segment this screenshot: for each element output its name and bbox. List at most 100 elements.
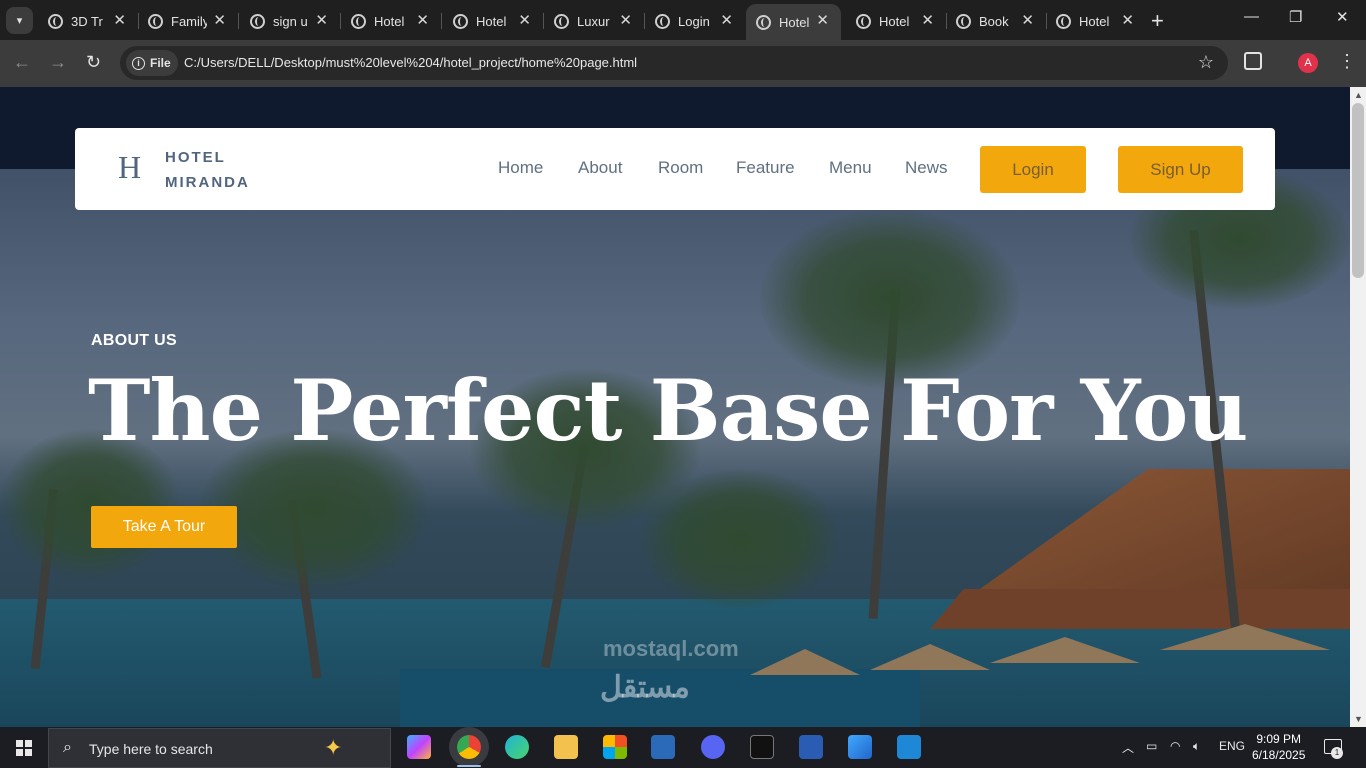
nav-link-room[interactable]: Room <box>658 158 703 178</box>
chrome-app-icon[interactable] <box>457 735 481 759</box>
photos-icon[interactable] <box>848 735 872 759</box>
tab-search-dropdown-icon[interactable]: ▾ <box>6 7 33 34</box>
tab-title: Family <box>171 13 207 29</box>
browser-tab[interactable]: Luxur ✕ <box>544 6 645 36</box>
nav-link-menu[interactable]: Menu <box>829 158 872 178</box>
browser-tab[interactable]: Book ✕ <box>946 6 1047 36</box>
active-app-indicator <box>457 765 481 767</box>
close-tab-icon[interactable]: ✕ <box>619 11 632 29</box>
minimize-icon[interactable]: — <box>1244 8 1259 25</box>
page-scrollbar[interactable]: ▲ ▼ <box>1350 87 1366 727</box>
browser-tab[interactable]: sign u ✕ <box>240 6 341 36</box>
scroll-thumb[interactable] <box>1352 103 1364 278</box>
close-tab-icon[interactable]: ✕ <box>113 11 126 29</box>
tab-title: sign u <box>273 13 308 29</box>
globe-icon <box>956 13 971 29</box>
windows-start-icon[interactable] <box>16 740 32 756</box>
browser-tab[interactable]: Family ✕ <box>138 6 239 36</box>
show-hidden-icons-icon[interactable]: ︿ <box>1122 739 1134 756</box>
tab-title: Hotel <box>374 13 405 29</box>
battery-icon[interactable]: ▭ <box>1146 739 1157 753</box>
browser-tab[interactable]: Hotel ✕ <box>846 6 947 36</box>
take-a-tour-button[interactable]: Take A Tour <box>91 506 237 548</box>
browser-menu-icon[interactable]: ⋮ <box>1338 51 1356 72</box>
scroll-down-arrow-icon[interactable]: ▼ <box>1354 714 1363 724</box>
bookmark-star-icon[interactable]: ☆ <box>1198 52 1214 73</box>
taskbar-search-box[interactable]: ⌕ Type here to search ✦ <box>48 728 391 768</box>
hero-title: The Perfect Base For You <box>88 361 1248 460</box>
address-bar[interactable]: i File C:/Users/DELL/Desktop/must%20leve… <box>120 46 1228 80</box>
new-tab-icon[interactable]: + <box>1151 8 1164 34</box>
language-indicator[interactable]: ENG <box>1219 739 1245 753</box>
nav-link-feature[interactable]: Feature <box>736 158 795 178</box>
nav-link-home[interactable]: Home <box>498 158 543 178</box>
close-tab-icon[interactable]: ✕ <box>315 11 328 29</box>
close-tab-icon[interactable]: ✕ <box>1021 11 1034 29</box>
volume-icon[interactable]: 🔈︎ <box>1193 739 1200 754</box>
tab-title: Hotel <box>879 13 910 29</box>
info-icon: i <box>132 56 145 70</box>
clock-date: 6/18/2025 <box>1252 748 1306 762</box>
word-icon[interactable] <box>799 735 823 759</box>
globe-icon <box>1056 13 1071 29</box>
powershell-icon[interactable] <box>651 735 675 759</box>
globe-icon <box>655 13 670 29</box>
terminal-icon[interactable] <box>750 735 774 759</box>
clock-time: 9:09 PM <box>1256 732 1302 746</box>
logo-line-1: HOTEL <box>165 149 226 166</box>
close-tab-icon[interactable]: ✕ <box>720 11 733 29</box>
globe-icon <box>756 14 771 30</box>
back-icon[interactable]: ← <box>13 52 31 73</box>
site-info-chip[interactable]: i File <box>126 50 178 76</box>
edge-app-icon[interactable] <box>505 735 529 759</box>
copilot-app-icon[interactable] <box>407 735 431 759</box>
close-tab-icon[interactable]: ✕ <box>816 11 829 29</box>
scheme-label: File <box>150 56 171 70</box>
tab-title: Luxur <box>577 13 610 29</box>
close-tab-icon[interactable]: ✕ <box>518 11 531 29</box>
browser-tab[interactable]: 3D Tr ✕ <box>38 6 139 36</box>
microsoft-store-icon[interactable] <box>603 735 627 759</box>
extensions-puzzle-icon[interactable] <box>1244 52 1262 70</box>
close-tab-icon[interactable]: ✕ <box>213 11 226 29</box>
url-text[interactable]: C:/Users/DELL/Desktop/must%20level%204/h… <box>184 55 637 70</box>
vscode-icon[interactable] <box>897 735 921 759</box>
scroll-up-arrow-icon[interactable]: ▲ <box>1354 90 1363 100</box>
tab-title: Hotel <box>476 13 507 29</box>
logo-text[interactable]: HOTEL MIRANDA <box>165 145 275 195</box>
discord-icon[interactable] <box>701 735 725 759</box>
close-tab-icon[interactable]: ✕ <box>416 11 429 29</box>
page-viewport: H HOTEL MIRANDA Home About Room Feature … <box>0 87 1350 727</box>
forward-icon[interactable]: → <box>49 52 67 73</box>
copilot-sparkle-icon[interactable]: ✦ <box>324 735 342 761</box>
close-window-icon[interactable]: ✕ <box>1336 8 1349 26</box>
login-button[interactable]: Login <box>980 146 1086 193</box>
globe-icon <box>250 13 265 29</box>
reload-icon[interactable]: ↻ <box>86 52 101 73</box>
tab-title: Login <box>678 13 710 29</box>
signup-button[interactable]: Sign Up <box>1118 146 1243 193</box>
tab-title: Hotel <box>779 14 810 30</box>
notification-count-badge: 1 <box>1331 747 1343 759</box>
globe-icon <box>856 13 871 29</box>
watermark-latin: mostaql.com <box>603 636 739 661</box>
browser-tab[interactable]: Hotel ✕ <box>443 6 544 36</box>
profile-avatar[interactable]: A <box>1298 53 1318 73</box>
windows-taskbar: ⌕ Type here to search ✦ ︿ ▭ ◠ 🔈︎ ENG 9:0… <box>0 727 1366 768</box>
browser-toolbar: ← → ↻ i File C:/Users/DELL/Desktop/must%… <box>0 40 1366 87</box>
close-tab-icon[interactable]: ✕ <box>1121 11 1134 29</box>
file-explorer-icon[interactable] <box>554 735 578 759</box>
nav-link-news[interactable]: News <box>905 158 948 178</box>
browser-tab-active[interactable]: Hotel ✕ <box>746 4 841 40</box>
hero-eyebrow: ABOUT US <box>91 332 177 349</box>
nav-link-about[interactable]: About <box>578 158 622 178</box>
wifi-icon[interactable]: ◠ <box>1170 739 1180 753</box>
taskbar-clock[interactable]: 9:09 PM 6/18/2025 <box>1252 731 1305 763</box>
browser-tab[interactable]: Login ✕ <box>645 6 745 36</box>
browser-tab[interactable]: Hotel ✕ <box>1046 6 1146 36</box>
maximize-icon[interactable]: ❐ <box>1289 8 1302 26</box>
close-tab-icon[interactable]: ✕ <box>921 11 934 29</box>
browser-tab[interactable]: Hotel ✕ <box>341 6 442 36</box>
logo-mark[interactable]: H <box>118 149 141 186</box>
search-placeholder: Type here to search <box>89 741 213 757</box>
